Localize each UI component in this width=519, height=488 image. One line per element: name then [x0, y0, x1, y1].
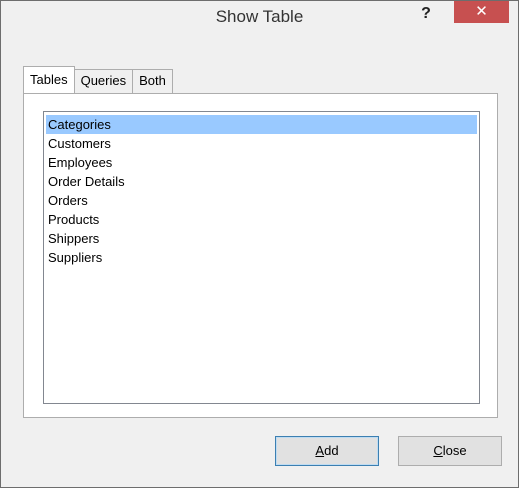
list-item[interactable]: Customers	[46, 134, 477, 153]
list-item[interactable]: Shippers	[46, 229, 477, 248]
list-item[interactable]: Suppliers	[46, 248, 477, 267]
close-button[interactable]: Close	[398, 436, 502, 466]
help-button[interactable]: ?	[411, 3, 441, 25]
close-button-label: lose	[442, 443, 467, 458]
table-listbox[interactable]: Categories Customers Employees Order Det…	[43, 111, 480, 404]
tab-panel: Categories Customers Employees Order Det…	[23, 93, 498, 418]
list-item[interactable]: Products	[46, 210, 477, 229]
add-accelerator: A	[315, 443, 325, 458]
close-window-icon[interactable]: ✕	[454, 1, 509, 23]
list-container: Categories Customers Employees Order Det…	[44, 112, 479, 267]
tab-queries[interactable]: Queries	[73, 69, 134, 93]
list-item[interactable]: Employees	[46, 153, 477, 172]
list-item[interactable]: Categories	[46, 115, 477, 134]
title-bar[interactable]: Show Table ? ✕	[1, 1, 518, 31]
close-accelerator: C	[433, 443, 443, 458]
tab-strip: Tables Queries Both	[23, 66, 173, 93]
show-table-dialog: Show Table ? ✕ Tables Queries Both Categ…	[0, 0, 519, 488]
list-item[interactable]: Order Details	[46, 172, 477, 191]
add-button-label: dd	[324, 443, 339, 458]
add-button[interactable]: Add	[275, 436, 379, 466]
tab-both[interactable]: Both	[132, 69, 173, 93]
list-item[interactable]: Orders	[46, 191, 477, 210]
tab-tables[interactable]: Tables	[23, 66, 75, 93]
